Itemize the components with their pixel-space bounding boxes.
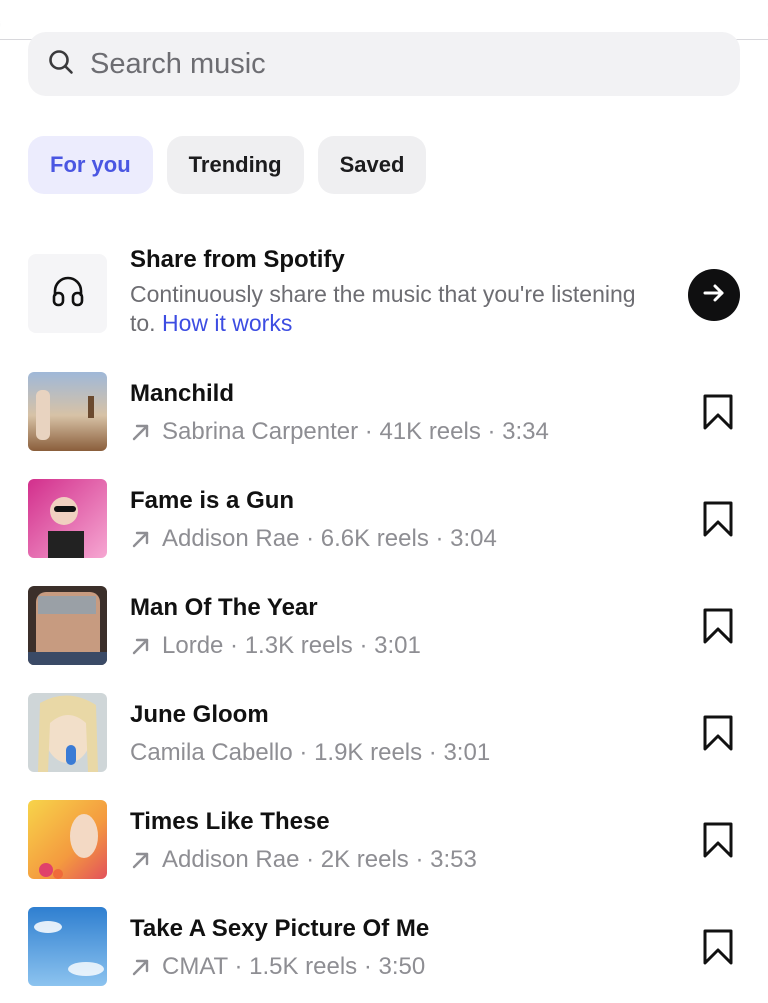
tab-trending[interactable]: Trending [166, 136, 304, 194]
album-art [28, 800, 107, 879]
search-icon [46, 47, 76, 82]
album-art [28, 907, 107, 986]
track-meta: CMAT · 1.5K reels · 3:50 [130, 953, 425, 981]
bookmark-icon[interactable] [700, 393, 736, 431]
track-meta-text: Camila Cabello · 1.9K reels · 3:01 [130, 739, 491, 766]
track-meta: Addison Rae · 6.6K reels · 3:04 [130, 525, 497, 553]
spotify-share-icon-box [28, 254, 107, 333]
headphones-icon [50, 274, 86, 313]
album-art [28, 479, 107, 558]
bookmark-icon[interactable] [700, 607, 736, 645]
bookmark-icon[interactable] [700, 714, 736, 752]
track-meta-text: Sabrina Carpenter · 41K reels · 3:34 [162, 418, 549, 445]
trending-arrow-icon [132, 638, 149, 655]
trending-arrow-icon [132, 959, 149, 976]
how-it-works-link[interactable]: How it works [162, 310, 292, 336]
tab-for-you[interactable]: For you [28, 136, 153, 194]
track-meta: Lorde · 1.3K reels · 3:01 [130, 632, 421, 660]
spotify-share-description: Continuously share the music that you're… [130, 280, 650, 338]
track-meta: Addison Rae · 2K reels · 3:53 [130, 846, 477, 874]
tab-saved[interactable]: Saved [317, 136, 427, 194]
search-input[interactable] [88, 46, 692, 82]
track-title: June Gloom [130, 701, 269, 728]
track-title: Take A Sexy Picture Of Me [130, 915, 430, 942]
album-art [28, 693, 107, 772]
track-title: Manchild [130, 380, 235, 407]
track-title: Man Of The Year [130, 594, 318, 621]
spotify-connect-button[interactable] [688, 269, 740, 321]
track-meta: Camila Cabello · 1.9K reels · 3:01 [130, 739, 490, 767]
trending-arrow-icon [132, 424, 149, 441]
spotify-share-title: Share from Spotify [130, 246, 345, 273]
bookmark-icon[interactable] [700, 821, 736, 859]
filter-tabs: For you Trending Saved [28, 136, 427, 194]
track-meta-text: CMAT · 1.5K reels · 3:50 [162, 953, 426, 980]
track-meta-text: Lorde · 1.3K reels · 3:01 [162, 632, 421, 659]
track-meta: Sabrina Carpenter · 41K reels · 3:34 [130, 418, 549, 446]
bookmark-icon[interactable] [700, 928, 736, 966]
trending-arrow-icon [132, 852, 149, 869]
trending-arrow-icon [132, 531, 149, 548]
track-title: Times Like These [130, 808, 330, 835]
track-title: Fame is a Gun [130, 487, 295, 514]
bookmark-icon[interactable] [700, 500, 736, 538]
search-bar[interactable] [28, 32, 740, 96]
track-meta-text: Addison Rae · 2K reels · 3:53 [162, 846, 477, 873]
album-art [28, 586, 107, 665]
track-meta-text: Addison Rae · 6.6K reels · 3:04 [162, 525, 497, 552]
album-art [28, 372, 107, 451]
arrow-right-icon [700, 279, 728, 312]
